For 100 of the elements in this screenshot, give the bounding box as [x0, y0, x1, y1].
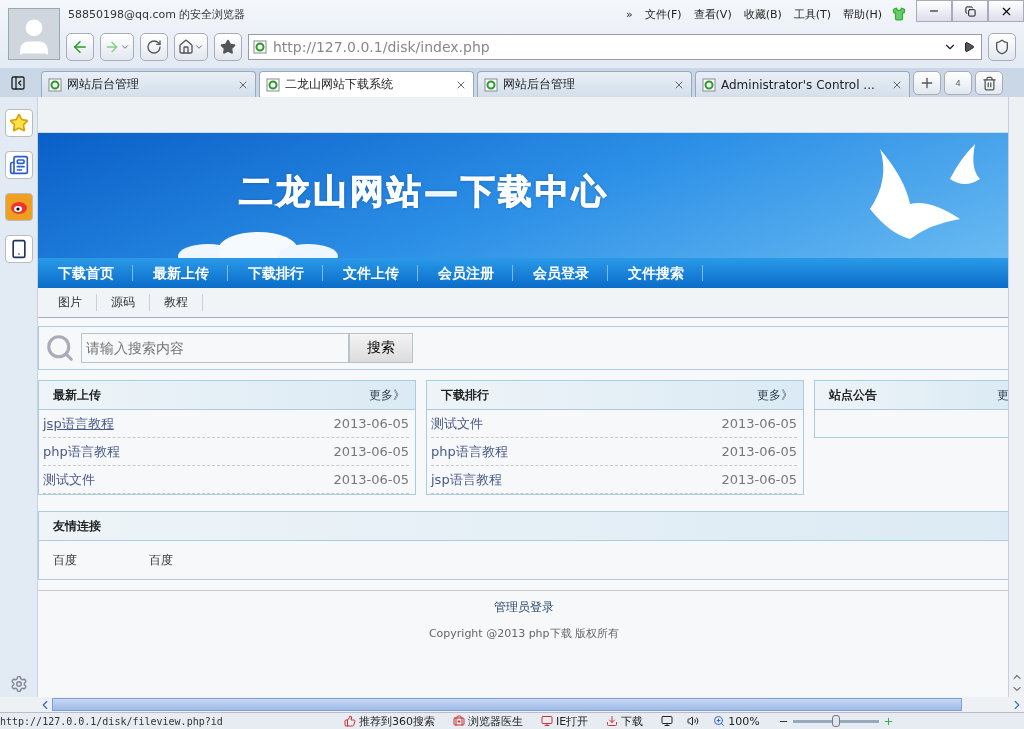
vertical-scrollbar[interactable] [1008, 97, 1024, 697]
zoom-button[interactable]: 100% [713, 714, 760, 728]
restore-button[interactable] [952, 0, 988, 22]
file-link[interactable]: 测试文件 [431, 414, 483, 433]
trash-icon [981, 75, 997, 91]
friend-link[interactable]: 百度 [149, 551, 173, 569]
star-icon [8, 113, 29, 133]
restore-icon [964, 5, 976, 17]
caret-icon [194, 42, 204, 52]
file-date: 2013-06-05 [333, 444, 409, 459]
nav-link[interactable]: 会员登录 [513, 265, 608, 281]
file-link[interactable]: php语言教程 [43, 442, 120, 461]
nav-link[interactable]: 文件搜索 [608, 265, 703, 281]
page-icon [253, 40, 267, 54]
nav-link[interactable]: 最新上传 [133, 265, 228, 281]
panel-title: 下载排行 [441, 386, 489, 404]
page-icon [702, 77, 716, 92]
file-date: 2013-06-05 [333, 416, 409, 431]
newspaper-icon [8, 155, 29, 175]
news-button[interactable] [4, 151, 33, 179]
menu-item[interactable]: 帮助(H) [843, 6, 882, 22]
refresh-icon [146, 39, 162, 55]
status-icon [541, 715, 553, 727]
more-link[interactable]: 更多》 [757, 386, 793, 404]
status-icon [344, 715, 356, 727]
status-icon [453, 715, 465, 727]
page-icon [48, 77, 62, 92]
tab-count-button[interactable]: 4 [944, 71, 972, 95]
search-field[interactable]: 请输入搜索内容 [81, 333, 349, 363]
volume-icon[interactable] [687, 715, 700, 727]
panel-title: 最新上传 [53, 386, 101, 404]
url-text: http://127.0.0.1/disk/index.php [273, 39, 491, 55]
file-date: 2013-06-05 [721, 472, 797, 487]
nav-link[interactable]: 下载首页 [38, 265, 133, 281]
eye-button[interactable] [4, 193, 33, 221]
status-button[interactable]: IE打开 [541, 713, 589, 729]
menu-item[interactable]: 文件(F) [644, 6, 682, 22]
caret-icon [120, 42, 130, 52]
copyright-text: Copyright @2013 php下载 版权所有 [428, 626, 620, 641]
slider-thumb[interactable] [831, 714, 840, 727]
settings-icon[interactable] [9, 675, 28, 693]
browser-tab[interactable]: Administrator's Control ... [695, 71, 910, 97]
page-icon [266, 77, 280, 92]
window-title: 58850198@qq.com 的安全浏览器 [68, 6, 247, 22]
zoom-icon [713, 715, 726, 727]
file-link[interactable]: jsp语言教程 [431, 470, 502, 489]
banner-title: 二龙山网站—下载中心 [239, 169, 609, 213]
more-link[interactable]: 更 [997, 386, 1008, 404]
close-button[interactable] [988, 0, 1024, 22]
shield-icon [994, 39, 1010, 55]
file-date: 2013-06-05 [333, 472, 409, 487]
menu-item[interactable]: 收藏(B) [743, 6, 782, 22]
home-button[interactable] [174, 33, 208, 61]
status-url: http://127.0.0.1/disk/fileview.php?id [0, 715, 224, 727]
file-date: 2013-06-05 [721, 416, 797, 431]
nav-link[interactable]: 下载排行 [228, 265, 323, 281]
file-link[interactable]: php语言教程 [431, 442, 508, 461]
browser-tab[interactable]: 二龙山网站下载系统 [259, 71, 474, 97]
menu-item[interactable]: 工具(T) [793, 6, 832, 22]
status-button[interactable]: 推荐到360搜索 [344, 713, 435, 729]
file-link[interactable]: jsp语言教程 [43, 414, 114, 433]
favorite-button[interactable] [214, 33, 242, 61]
new-tab-button[interactable] [913, 71, 941, 95]
panel-title: 友情连接 [53, 517, 101, 535]
search-icon [45, 333, 75, 363]
trash-button[interactable] [975, 71, 1003, 95]
browser-tab[interactable]: 网站后台管理 [41, 71, 256, 97]
status-icon [606, 715, 619, 727]
plus-icon [919, 75, 935, 91]
nav-link[interactable]: 会员注册 [418, 265, 513, 281]
scrollbar-thumb[interactable] [52, 698, 962, 711]
page-icon [484, 77, 498, 92]
eye-icon [8, 199, 29, 215]
back-button[interactable] [66, 33, 94, 61]
nav-link[interactable]: 文件上传 [323, 265, 418, 281]
phone-button[interactable] [4, 235, 33, 263]
forward-arrow-icon [104, 39, 120, 55]
browser-tab[interactable]: 网站后台管理 [477, 71, 692, 97]
menu-item[interactable]: 查看(V) [693, 6, 732, 22]
status-button[interactable]: 浏览器医生 [453, 713, 523, 729]
category-link[interactable]: 教程 [150, 294, 203, 311]
go-icon[interactable] [963, 41, 975, 53]
category-link[interactable]: 图片 [44, 294, 97, 311]
admin-login-link[interactable]: 管理员登录 [494, 599, 554, 616]
status-button[interactable]: 下载 [606, 713, 644, 729]
sidebar-toggle-icon[interactable] [10, 75, 26, 91]
more-link[interactable]: 更多》 [369, 386, 405, 404]
friend-link[interactable]: 百度 [53, 551, 77, 569]
category-link[interactable]: 源码 [97, 294, 150, 311]
monitor-icon[interactable] [661, 715, 674, 727]
refresh-button[interactable] [140, 33, 168, 61]
home-icon [178, 39, 194, 55]
address-bar[interactable]: http://127.0.0.1/disk/index.php [248, 34, 982, 60]
panel-title: 站点公告 [829, 386, 877, 404]
search-button[interactable]: 搜索 [349, 333, 413, 363]
shield-button[interactable] [988, 33, 1016, 61]
file-date: 2013-06-05 [721, 444, 797, 459]
shirt-icon[interactable] [892, 7, 906, 21]
file-link[interactable]: 测试文件 [43, 470, 95, 489]
more-menu[interactable]: » [625, 7, 633, 21]
